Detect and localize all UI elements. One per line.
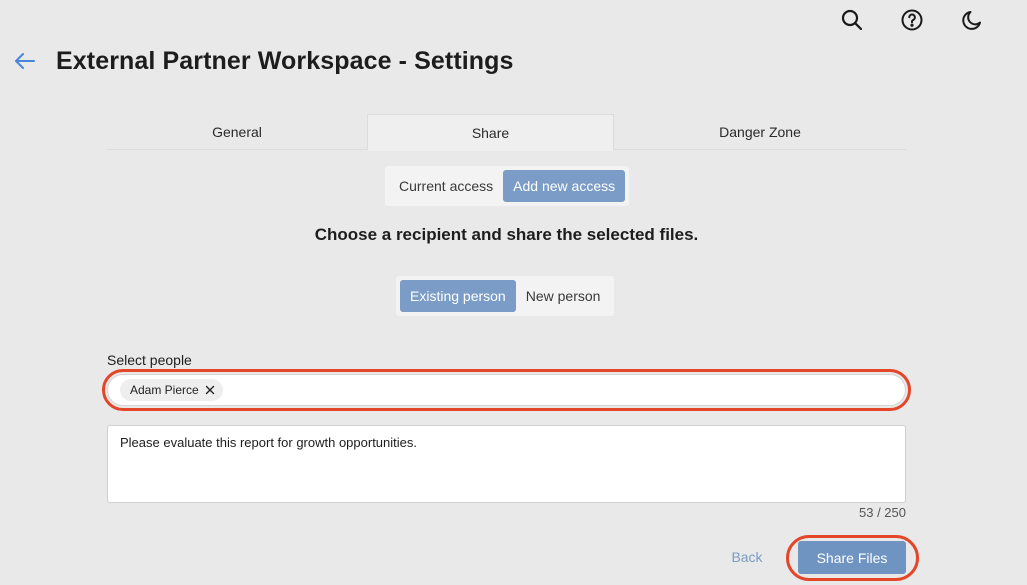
page-header: External Partner Workspace - Settings [14,44,514,78]
person-type-toggle: Existing person New person [396,276,615,316]
tab-danger-zone[interactable]: Danger Zone [614,114,906,150]
back-button[interactable]: Back [722,541,772,573]
current-access-option[interactable]: Current access [389,170,503,202]
help-icon[interactable] [896,8,927,32]
settings-tabs: General Share Danger Zone [107,114,906,151]
share-files-button[interactable]: Share Files [798,541,906,574]
person-chip: Adam Pierce [120,379,223,401]
page-title: External Partner Workspace - Settings [56,46,514,75]
select-people-label: Select people [107,352,192,368]
top-toolbar [836,8,987,32]
add-new-access-option[interactable]: Add new access [503,170,626,202]
access-toggle: Current access Add new access [385,166,630,206]
character-counter: 53 / 250 [859,505,906,520]
share-instructions: Choose a recipient and share the selecte… [314,225,699,244]
search-icon[interactable] [836,8,867,32]
person-chip-label: Adam Pierce [130,383,199,397]
dark-mode-icon[interactable] [956,8,987,32]
message-textarea[interactable]: Please evaluate this report for growth o… [107,425,906,503]
tab-share[interactable]: Share [367,114,614,151]
new-person-option[interactable]: New person [516,280,611,312]
existing-person-option[interactable]: Existing person [400,280,516,312]
remove-chip-icon[interactable] [205,385,215,395]
back-arrow-icon[interactable] [14,44,36,78]
select-people-input[interactable]: Adam Pierce [107,374,906,406]
tab-general[interactable]: General [107,114,367,150]
